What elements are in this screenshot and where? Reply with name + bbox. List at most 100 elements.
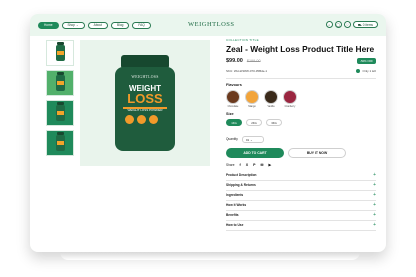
buy-now-button[interactable]: BUY IT NOW: [288, 147, 346, 158]
main-menu: Home Shop ⌄ About Blog FAQ: [38, 21, 151, 29]
nav-item-label: About: [93, 23, 102, 27]
collection-title[interactable]: COLLECTION TITLE: [226, 38, 376, 42]
flavour-swatch: [264, 89, 278, 104]
quantity-value: 01: [245, 137, 250, 142]
flavour-swatch: [245, 89, 259, 104]
flavour-options: Chocolate Mango Vanilla Cranberry: [226, 89, 376, 108]
nav-item-label: Blog: [116, 23, 124, 27]
bottle-fruits: [125, 115, 158, 124]
product-page: WEIGHTLOSS WEIGHT LOSS WEIGHT LOSS POWDE…: [30, 36, 386, 252]
flavour-name: Cranberry: [284, 104, 296, 108]
purchase-buttons: ADD TO CART BUY IT NOW: [226, 147, 376, 158]
flavour-option-mango[interactable]: Mango: [245, 89, 259, 108]
stock-status: Only 1 left: [356, 69, 376, 73]
thumbnail-2[interactable]: [46, 70, 74, 96]
flavour-option-vanilla[interactable]: Vanilla: [264, 89, 278, 108]
plus-icon: +: [373, 192, 376, 198]
pinterest-icon[interactable]: P: [253, 163, 255, 167]
accordion-title: Product Description: [226, 173, 257, 177]
accordion-item[interactable]: Benefits +: [226, 211, 376, 221]
thumbnail-3[interactable]: [46, 100, 74, 126]
nav-item-label: Shop: [67, 23, 75, 27]
nav-item-shop[interactable]: Shop ⌄: [61, 21, 85, 29]
size-options: 1KG 2KG 3KG: [226, 118, 376, 126]
heart-icon[interactable]: ♡: [343, 21, 351, 28]
youtube-icon[interactable]: ▶: [269, 163, 272, 167]
accordion-title: Benefits: [226, 213, 239, 217]
current-price: $99.00: [226, 58, 243, 64]
bottle-brand: WEIGHTLOSS: [131, 75, 159, 79]
flavour-option-chocolate[interactable]: Chocolate: [226, 89, 240, 108]
nav-item-about[interactable]: About: [87, 21, 108, 29]
thumbnail-1[interactable]: [46, 40, 74, 66]
sale-badge: -50% OFF: [357, 58, 376, 64]
divider: [226, 78, 376, 79]
size-label: Size: [226, 111, 234, 116]
quantity-label: Quantity: [226, 137, 238, 141]
nav-item-home[interactable]: Home: [38, 21, 59, 29]
size-option-2kg[interactable]: 2KG: [246, 118, 262, 126]
nav-item-label: FAQ: [138, 23, 145, 27]
cart-button[interactable]: ⛟ 0 items: [352, 21, 378, 28]
quantity-select[interactable]: 01 ⌄: [241, 135, 264, 143]
accordion-item[interactable]: Product Description +: [226, 171, 376, 181]
flavour-swatch: [283, 89, 297, 104]
product-title: Zeal - Weight Loss Product Title Here: [226, 44, 375, 54]
sku-row: SKU: WLLW18W-070-35Bde-1 Only 1 left: [226, 69, 376, 73]
product-accordion: Product Description + Shipping & Returns + I…: [226, 171, 376, 231]
bottle-loss-text: LOSS: [127, 91, 163, 106]
product-info: COLLECTION TITLE Zeal - Weight Loss Prod…: [226, 38, 376, 231]
facebook-icon[interactable]: f: [240, 163, 241, 167]
user-icon[interactable]: ◯: [334, 21, 342, 28]
flavour-option-cranberry[interactable]: Cranberry: [283, 89, 297, 108]
chevron-down-icon: ⌄: [250, 137, 253, 142]
nav-item-label: Home: [44, 23, 53, 27]
stock-text: Only 1 left: [362, 69, 376, 73]
sku-text: SKU: WLLW18W-070-35Bde-1: [226, 69, 268, 73]
size-option-1kg[interactable]: 1KG: [226, 118, 242, 126]
nav-item-blog[interactable]: Blog: [110, 21, 130, 29]
bottle-label: WEIGHTLOSS WEIGHT LOSS WEIGHT LOSS POWDE…: [115, 67, 175, 151]
plus-icon: +: [373, 172, 376, 178]
flavour-name: Chocolate: [227, 104, 239, 108]
thumbnail-4[interactable]: [46, 130, 74, 156]
chevron-down-icon: ⌄: [75, 23, 79, 27]
accordion-title: How it Works: [226, 203, 247, 207]
plus-icon: +: [373, 202, 376, 208]
plus-icon: +: [373, 222, 376, 228]
accordion-title: How to Use: [226, 223, 244, 227]
thumbnail-gallery: [46, 40, 74, 160]
plus-icon: +: [373, 182, 376, 188]
size-option-3kg[interactable]: 3KG: [266, 118, 282, 126]
accordion-item[interactable]: How to Use +: [226, 221, 376, 231]
search-icon[interactable]: ⌕: [325, 21, 333, 28]
flavours-label: Flavours: [226, 82, 242, 87]
x-icon[interactable]: X: [246, 163, 248, 167]
product-bottle: WEIGHTLOSS WEIGHT LOSS WEIGHT LOSS POWDE…: [115, 55, 175, 151]
mail-icon[interactable]: ✉: [261, 163, 264, 167]
accordion-item[interactable]: How it Works +: [226, 201, 376, 211]
add-to-cart-button[interactable]: ADD TO CART: [226, 147, 284, 158]
quantity-row: Quantity 01 ⌄: [226, 135, 376, 143]
fruit-icon: [137, 115, 146, 124]
site-logo[interactable]: WEIGHTLOSS: [188, 21, 235, 28]
stock-dot-icon: [356, 69, 361, 73]
accordion-title: Ingredients: [226, 193, 244, 197]
accordion-item[interactable]: Ingredients +: [226, 191, 376, 201]
bottle-thumbnail-icon: [55, 102, 65, 121]
main-product-image[interactable]: WEIGHTLOSS WEIGHT LOSS WEIGHT LOSS POWDE…: [80, 40, 210, 166]
flavour-name: Mango: [248, 104, 256, 108]
header-icons: ⌕ ◯ ♡ ⛟ 0 items: [325, 21, 378, 28]
window-shadow: [60, 252, 360, 260]
old-price: $199.00: [246, 59, 261, 63]
accordion-item[interactable]: Shipping & Returns +: [226, 181, 376, 191]
cart-label: 0 items: [362, 23, 373, 27]
bottle-thumbnail-icon: [55, 42, 65, 61]
nav-item-faq[interactable]: FAQ: [132, 21, 151, 29]
share-label: Share: [226, 162, 235, 167]
flavour-name: Vanilla: [267, 104, 275, 108]
bottle-thumbnail-icon: [55, 72, 65, 91]
fruit-icon: [125, 115, 134, 124]
price-row: $99.00 $199.00 -50% OFF: [226, 58, 376, 64]
share-row: Share f X P ✉ ▶: [226, 163, 376, 167]
